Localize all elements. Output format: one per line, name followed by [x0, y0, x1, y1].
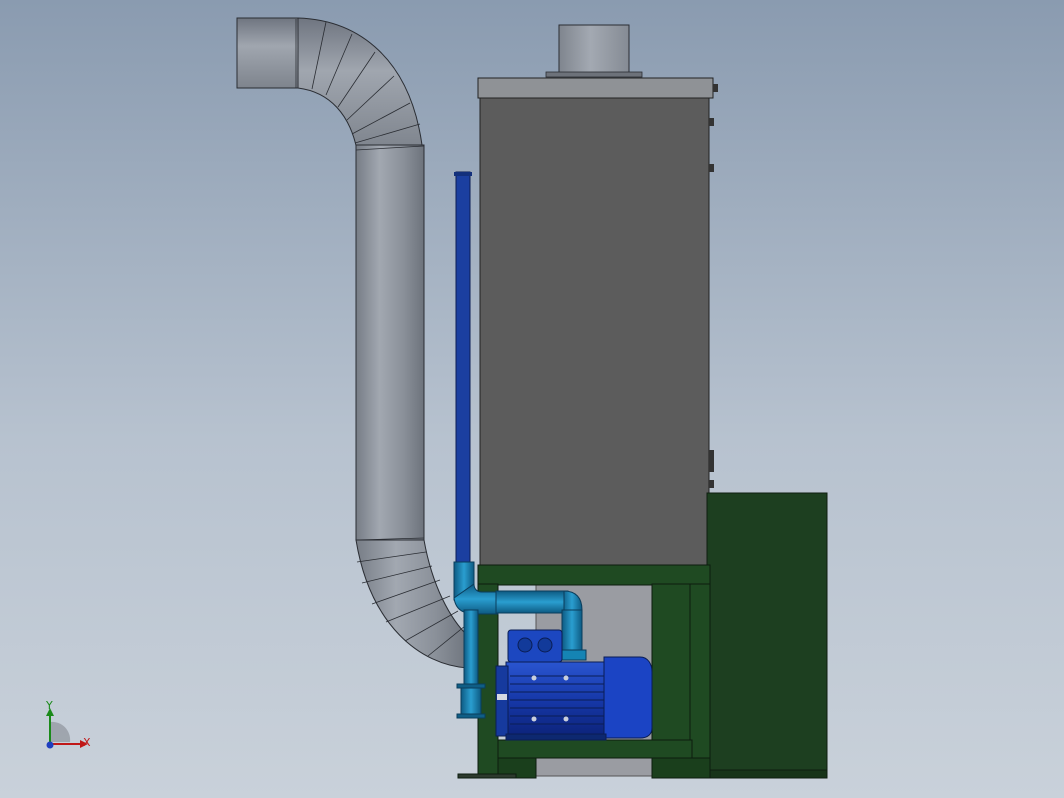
assembly-model[interactable] [0, 0, 1064, 798]
exhaust-duct[interactable] [236, 17, 471, 669]
reference-triad [46, 708, 88, 749]
y-axis-label: Y [46, 699, 53, 712]
x-axis-label: X [83, 736, 91, 749]
cabinet-fasteners [709, 84, 718, 488]
z-axis-dot [46, 741, 54, 749]
side-tank[interactable] [706, 492, 828, 779]
tower-cabinet[interactable] [477, 77, 718, 567]
riser-pipe[interactable] [454, 171, 472, 565]
cad-viewport[interactable]: X Y [0, 0, 1064, 798]
outlet-chimney[interactable] [545, 24, 643, 78]
